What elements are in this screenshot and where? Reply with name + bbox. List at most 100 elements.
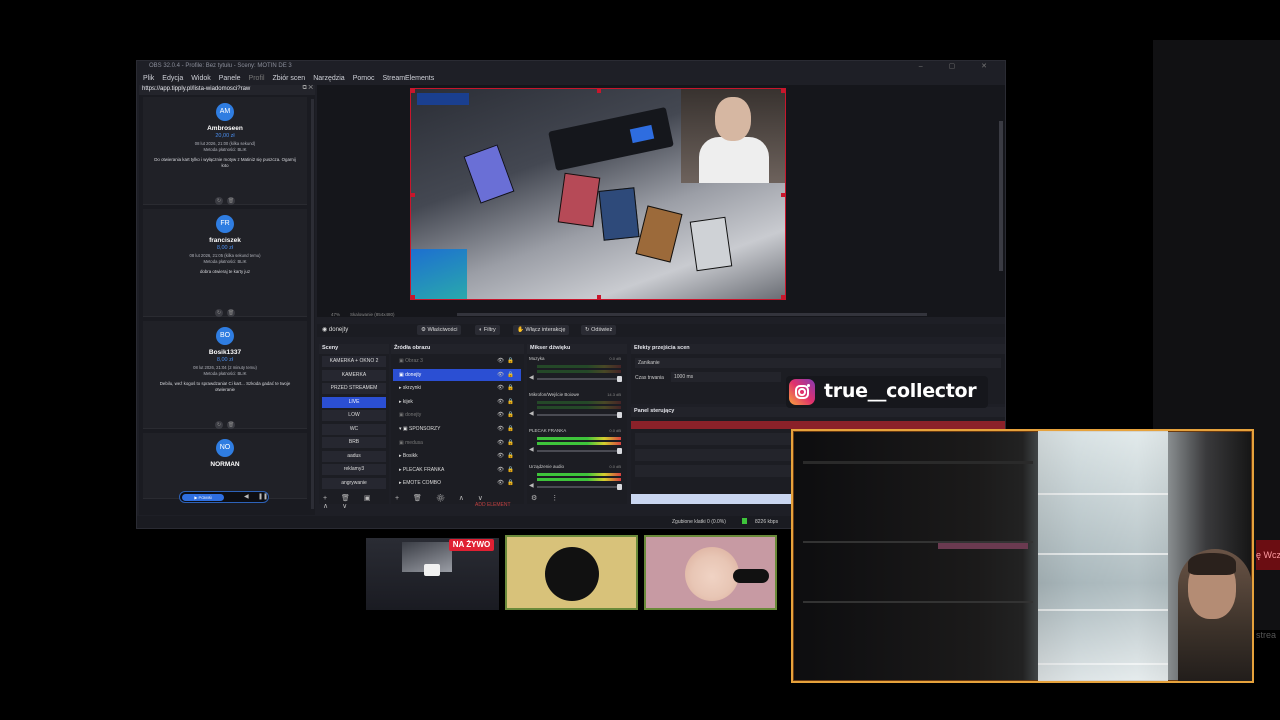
- source-item[interactable]: ▸ kijek 👁🔒: [393, 396, 521, 408]
- menu-item[interactable]: Profil: [249, 75, 265, 85]
- preview-hscrollbar[interactable]: [457, 313, 927, 316]
- source-item[interactable]: ▣ medusa 👁🔒: [393, 437, 521, 449]
- visibility-lock-icons[interactable]: 👁🔒: [497, 423, 517, 435]
- dock-close-icon[interactable]: ⧉ ✕: [302, 85, 313, 92]
- mixer-controls[interactable]: ⚙ ⋮: [531, 494, 564, 502]
- scene-item[interactable]: reklamy3: [322, 464, 386, 475]
- menu-item[interactable]: Panele: [219, 75, 241, 85]
- resize-handle[interactable]: [597, 89, 601, 93]
- dock-scrollbar[interactable]: [311, 99, 314, 509]
- replay-icon[interactable]: ↻: [215, 197, 223, 205]
- source-item[interactable]: ▣ donejty 👁🔒: [393, 409, 521, 421]
- volume-slider[interactable]: [537, 448, 622, 454]
- visibility-lock-icons[interactable]: 👁🔒: [497, 382, 517, 394]
- resize-handle[interactable]: [411, 89, 415, 93]
- visibility-lock-icons[interactable]: 👁🔒: [497, 477, 517, 489]
- donation-card: FR franciszek 8,00 zł 08 lut 2026, 21:05 (k…: [143, 209, 307, 317]
- slider-knob[interactable]: [617, 448, 622, 454]
- scene-item[interactable]: KAMERKA + OKNO 2: [322, 356, 386, 367]
- window-controls[interactable]: – ▢ ✕: [919, 62, 999, 70]
- visibility-lock-icons[interactable]: 👁🔒: [497, 369, 517, 381]
- add-element-button[interactable]: ADD ELEMENT: [475, 502, 511, 508]
- resize-handle[interactable]: [781, 295, 785, 299]
- volume-slider[interactable]: [537, 376, 622, 382]
- resize-handle[interactable]: [781, 193, 785, 197]
- source-name: medusa: [405, 439, 423, 446]
- resize-handle[interactable]: [411, 295, 415, 299]
- scene-item[interactable]: aadus: [322, 450, 386, 462]
- resize-handle[interactable]: [597, 295, 601, 299]
- filters-button[interactable]: ◐ Filtry: [475, 325, 500, 335]
- volume-meter: [537, 406, 621, 409]
- speaker-icon[interactable]: ◀: [529, 482, 534, 489]
- source-item[interactable]: ▣ Obraz 3 👁🔒: [393, 355, 521, 367]
- scenes-dock: Sceny KAMERKA + OKNO 2 KAMERKA PRZED STREA…: [319, 344, 389, 510]
- menu-item[interactable]: StreamElements: [383, 75, 435, 85]
- scene-item[interactable]: LOW: [322, 410, 386, 421]
- interact-button[interactable]: ✋ Włącz interakcję: [513, 325, 570, 335]
- donation-amount: 8,00 zł: [216, 245, 234, 251]
- menu-item[interactable]: Zbiór scen: [273, 75, 306, 85]
- volume-slider[interactable]: [537, 484, 622, 490]
- visibility-lock-icons[interactable]: 👁🔒: [497, 355, 517, 367]
- delete-icon[interactable]: 🗑: [227, 197, 235, 205]
- menu-item[interactable]: Widok: [191, 75, 210, 85]
- mixer-channel: Mikrofon/Wejście Boiowe 14.3 dB ◀: [529, 392, 625, 426]
- pause-icon[interactable]: ❚❚: [258, 493, 268, 500]
- delete-icon[interactable]: 🗑: [227, 309, 235, 317]
- sources-controls[interactable]: + 🗑 ⚙ ∧ ∨: [395, 494, 489, 502]
- speaker-icon[interactable]: ◀: [529, 410, 534, 417]
- visibility-lock-icons[interactable]: 👁🔒: [497, 396, 517, 408]
- visibility-lock-icons[interactable]: 👁🔒: [497, 464, 517, 476]
- slider-knob[interactable]: [617, 376, 622, 382]
- program-preview[interactable]: [410, 88, 786, 300]
- menu-item[interactable]: Edycja: [162, 75, 183, 85]
- visibility-lock-icons[interactable]: 👁🔒: [497, 437, 517, 449]
- volume-slider[interactable]: [537, 412, 622, 418]
- source-item[interactable]: ▸ PLECAK FRANKA 👁🔒: [393, 464, 521, 476]
- visibility-lock-icons[interactable]: 👁🔒: [497, 409, 517, 421]
- replay-icon[interactable]: ↻: [215, 421, 223, 429]
- source-item[interactable]: ▾ ▣ SPONSORZY 👁🔒: [393, 423, 521, 435]
- refresh-button[interactable]: ↻ Odśwież: [581, 325, 617, 335]
- source-item[interactable]: ▸ skrzynki 👁🔒: [393, 382, 521, 394]
- duration-input[interactable]: 1000 ms: [671, 372, 781, 382]
- replay-icon[interactable]: ↻: [215, 309, 223, 317]
- payment-method: Metoda płatności: BLIK: [203, 147, 247, 152]
- stream-button[interactable]: [631, 421, 1005, 429]
- transition-select[interactable]: Zanikanie: [635, 358, 1001, 368]
- scene-thumbnail[interactable]: [644, 535, 777, 610]
- source-item[interactable]: ▸ Bosikk 👁🔒: [393, 450, 521, 462]
- delete-icon[interactable]: 🗑: [227, 421, 235, 429]
- slider-knob[interactable]: [617, 412, 622, 418]
- card-actions: ↻ 🗑: [211, 189, 239, 205]
- scene-item[interactable]: angrywanie: [322, 477, 386, 489]
- skip-button[interactable]: ▶ POMIŃ: [182, 494, 224, 501]
- zoom-level[interactable]: 47%: [331, 312, 340, 317]
- resize-handle[interactable]: [411, 193, 415, 197]
- scene-item[interactable]: LIVE: [322, 396, 386, 408]
- scene-item[interactable]: KAMERKA: [322, 369, 386, 381]
- alert-player[interactable]: ▶ POMIŃ ◀ ❚❚: [179, 491, 269, 503]
- payment-method: Metoda płatności: BLIK: [203, 259, 247, 264]
- slider-knob[interactable]: [617, 484, 622, 490]
- menu-item[interactable]: Narzędzia: [313, 75, 345, 85]
- scene-thumbnail[interactable]: [505, 535, 638, 610]
- instagram-handle: true__collector: [824, 380, 977, 402]
- menu-item[interactable]: Pomoc: [353, 75, 375, 85]
- speaker-icon[interactable]: ◀: [529, 374, 534, 381]
- scene-item[interactable]: BRB: [322, 437, 386, 448]
- glass-cabinet: [1038, 431, 1168, 681]
- preview-scrollbar[interactable]: [999, 121, 1003, 271]
- scenes-controls[interactable]: + 🗑 ▣ ∧ ∨: [323, 494, 389, 510]
- source-item[interactable]: ▸ EMOTE COMBO 👁🔒: [393, 477, 521, 489]
- scene-item[interactable]: WC: [322, 423, 386, 435]
- properties-button[interactable]: ⚙ Właściwości: [417, 325, 462, 335]
- source-item[interactable]: ▣ donejty 👁🔒: [393, 368, 521, 381]
- visibility-lock-icons[interactable]: 👁🔒: [497, 450, 517, 462]
- menu-item[interactable]: Plik: [143, 75, 154, 85]
- resize-handle[interactable]: [781, 89, 785, 93]
- speaker-icon[interactable]: ◀: [529, 446, 534, 453]
- volume-icon[interactable]: ◀: [244, 493, 249, 500]
- scene-item[interactable]: PRZED STREAMEM: [322, 383, 386, 394]
